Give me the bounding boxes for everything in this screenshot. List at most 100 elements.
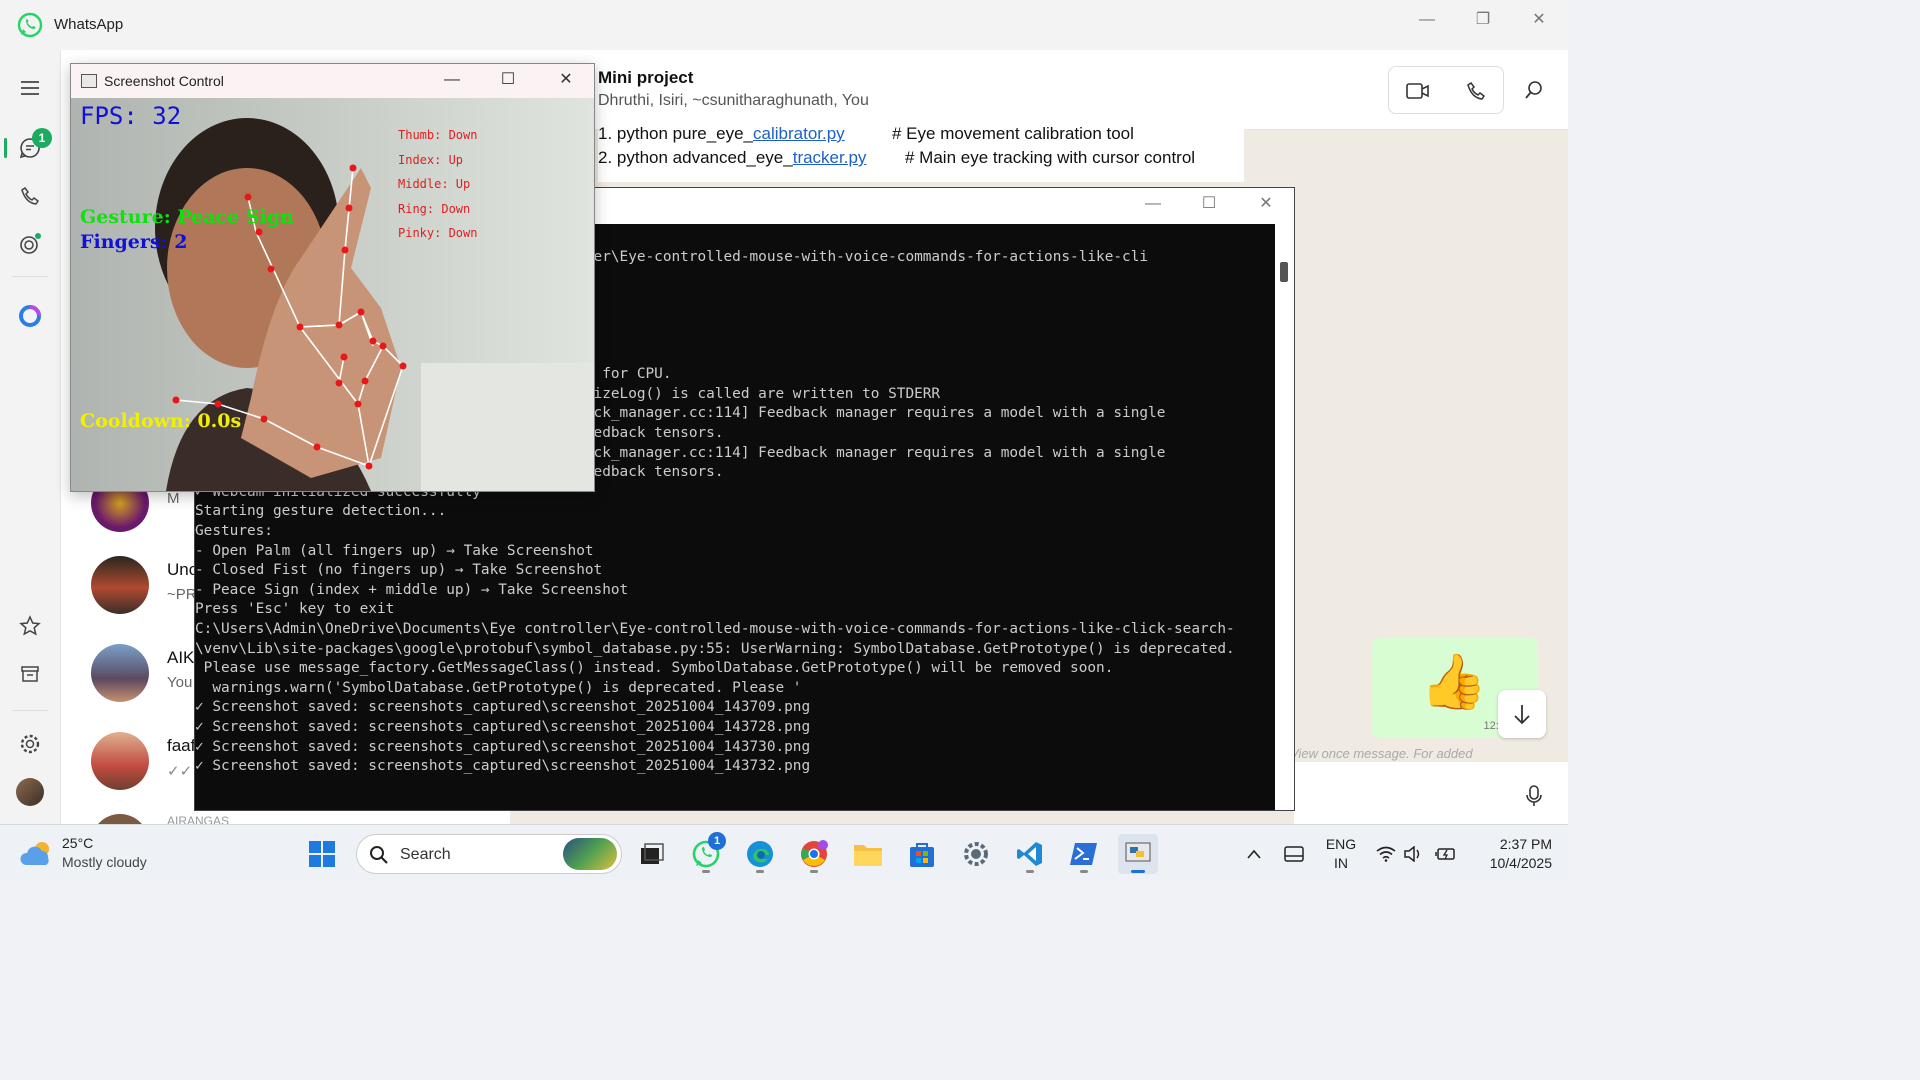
minimize-button[interactable]: — [437,70,467,90]
microsoft-store-icon[interactable] [902,834,942,874]
ring-state: Ring: Down [398,202,471,216]
battery-icon[interactable] [1432,834,1460,874]
group-name[interactable]: Mini project [598,68,693,88]
terminal-line: Press 'Esc' key to exit [195,601,395,618]
taskbar: 25°C Mostly cloudy Search 1 ENG IN 2:37 … [0,824,1568,882]
file-link[interactable]: tracker.py [793,148,867,167]
clock-time: 2:37 PM [1499,836,1552,852]
chat-preview: M [167,490,180,507]
python-app-icon[interactable] [1118,834,1158,874]
screenshot-control-titlebar[interactable]: Screenshot Control — ☐ ✕ [71,64,594,98]
taskbar-search[interactable]: Search [356,834,622,874]
close-button[interactable]: ✕ [1251,194,1281,214]
file-link[interactable]: calibrator.py [753,124,845,143]
middle-state: Middle: Up [398,177,471,191]
search-label: Search [400,846,451,863]
chevron-up-icon[interactable] [1236,834,1272,874]
fingers-readout: Fingers: 2 [80,231,188,253]
hamburger-menu-icon[interactable] [14,72,46,104]
video-call-icon[interactable] [1389,67,1447,115]
profile-avatar[interactable] [14,776,46,808]
message-line: 2. python advanced_eye_tracker.py # Main… [598,148,1195,168]
terminal-scrollbar[interactable] [1275,224,1294,810]
weather-widget[interactable]: 25°C Mostly cloudy [0,825,170,883]
comment-text: # Main eye tracking with cursor control [905,148,1196,167]
index-state: Index: Up [398,153,464,167]
taskbar-whatsapp-icon[interactable]: 1 [686,832,726,874]
thumbs-up-icon: 👍 [1420,652,1488,712]
webcam-feed: FPS: 32 Gesture: Peace Sign Fingers: 2 C… [71,98,594,491]
terminal-line: C:\Users\Admin\OneDrive\Documents\Eye co… [195,621,1235,637]
terminal-line: - Peace Sign (index + middle up) → Take … [195,581,629,598]
rail-divider [12,710,48,711]
scrollbar-thumb[interactable] [1280,262,1288,282]
settings-gear-icon[interactable] [956,834,996,874]
start-button[interactable] [302,834,342,874]
comment-text: # Eye movement calibration tool [892,124,1134,143]
clock-date: 10/4/2025 [1489,855,1552,871]
star-icon[interactable] [14,610,46,642]
maximize-button[interactable]: ☐ [493,70,523,90]
command-text: 1. python pure_eye_ [598,124,754,143]
language-code: ENG [1325,836,1357,852]
meta-ai-ring-icon[interactable] [14,300,46,332]
terminal-line: Please use message_factory.GetMessageCla… [195,660,1114,677]
terminal-line: ✓ Screenshot saved: screenshots_captured… [195,699,811,716]
scroll-to-bottom-button[interactable] [1498,690,1546,738]
vscode-icon[interactable] [1010,834,1050,874]
search-highlight-image [563,838,617,870]
whatsapp-badge: 1 [708,832,726,850]
chat-preview: You [167,674,193,691]
terminal-line: Gestures: [195,523,273,539]
voice-call-icon[interactable] [1447,67,1505,115]
running-indicator [810,870,818,873]
command-text: 2. python advanced_eye_ [598,148,793,167]
microphone-icon[interactable] [1518,780,1550,812]
maximize-button[interactable]: ☐ [1194,194,1224,214]
avatar [91,732,149,790]
search-icon[interactable] [1518,74,1550,106]
pinky-state: Pinky: Down [398,226,478,240]
wifi-icon[interactable] [1374,834,1398,874]
edge-browser-icon[interactable] [740,834,780,874]
group-members[interactable]: Dhruthi, Isiri, ~csunitharaghunath, You [598,92,869,110]
terminal-line: warnings.warn('SymbolDatabase.GetPrototy… [195,679,802,696]
gesture-readout: Gesture: Peace Sign [80,206,294,228]
file-explorer-icon[interactable] [848,834,888,874]
archive-box-icon[interactable] [14,658,46,690]
terminal-line: - Open Palm (all fingers up) → Take Scre… [195,542,594,559]
whatsapp-logo-icon [17,12,43,38]
clock[interactable]: 2:37 PM 10/4/2025 [1470,833,1552,875]
terminal-line: Starting gesture detection... [195,503,447,520]
powershell-icon[interactable] [1064,834,1104,874]
phone-icon[interactable] [14,180,46,212]
view-once-notice: View once message. For added [1290,746,1473,761]
terminal-line: ✓ Screenshot saved: screenshots_captured… [195,719,811,735]
weather-description: Mostly cloudy [62,854,147,870]
screenshot-control-window[interactable]: Screenshot Control — ☐ ✕ FPS: 32 Gesture… [70,63,595,492]
restore-button[interactable]: ❐ [1468,10,1498,30]
arrow-down-icon [1514,705,1530,725]
unread-badge: 1 [32,128,52,148]
gear-icon[interactable] [14,728,46,760]
window-title: Screenshot Control [104,73,224,89]
tablet-mode-icon[interactable] [1276,834,1312,874]
rail-divider [12,276,48,277]
terminal-line: \venv\Lib\site-packages\google\protobuf\… [195,640,1235,657]
task-view-icon[interactable] [632,834,672,874]
terminal-line: ✓ Screenshot saved: screenshots_captured… [195,758,811,775]
volume-icon[interactable] [1402,834,1426,874]
close-button[interactable]: ✕ [1524,10,1554,30]
status-ring-icon[interactable] [14,228,46,260]
call-buttons [1388,66,1504,114]
chat-name: faaf [167,736,196,755]
message-line: 1. python pure_eye_calibrator.py # Eye m… [598,124,1134,144]
close-button[interactable]: ✕ [551,70,581,90]
chrome-browser-icon[interactable] [794,834,834,874]
conversation-header: Mini project Dhruthi, Isiri, ~csunithara… [510,50,1568,130]
minimize-button[interactable]: — [1138,194,1168,214]
terminal-line: - Closed Fist (no fingers up) → Take Scr… [195,562,603,579]
cooldown-readout: Cooldown: 0.0s [80,410,242,432]
minimize-button[interactable]: — [1412,10,1442,30]
language-indicator[interactable]: ENG IN [1318,833,1364,875]
